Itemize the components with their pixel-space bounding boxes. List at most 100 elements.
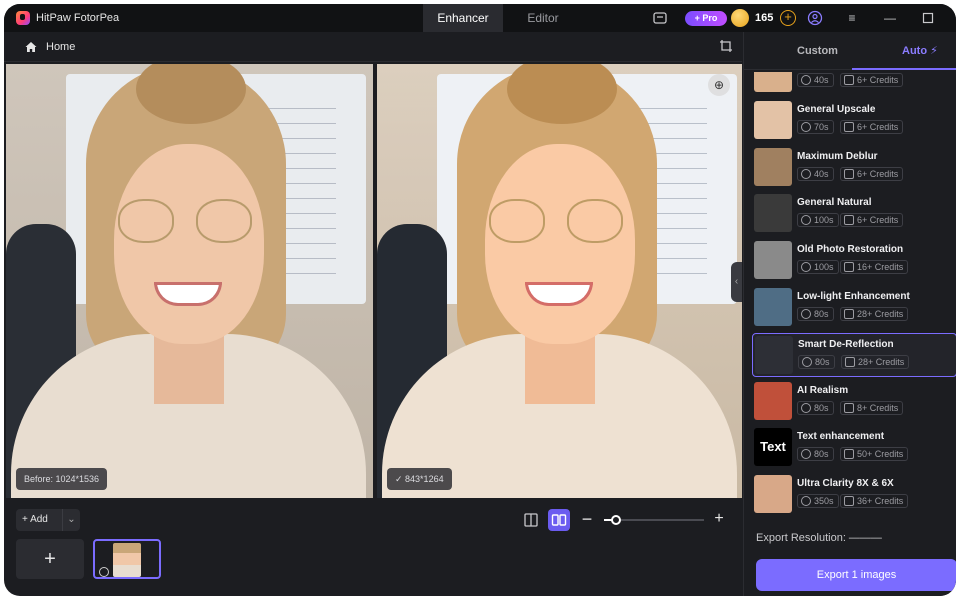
model-name: Low-light Enhancement: [797, 291, 910, 302]
active-tab-indicator: [852, 68, 956, 70]
model-credits-badge: 6+ Credits: [840, 119, 904, 134]
add-button-label: + Add: [22, 514, 48, 525]
model-item[interactable]: AI Realism 80s 8+ Credits: [752, 380, 956, 424]
model-time-badge: 100s: [797, 260, 839, 275]
model-item[interactable]: 40s 6+ Credits: [752, 72, 956, 96]
model-time: 40s: [814, 75, 829, 85]
app-window: HitPaw FotorPea Enhancer Editor + Pro 16…: [4, 4, 956, 596]
model-thumbnail: [754, 100, 792, 139]
portrait-photo-after: [377, 64, 742, 498]
model-item[interactable]: Ultra Clarity 8X & 6X 350s 36+ Credits: [752, 473, 956, 514]
minimize-icon[interactable]: —: [882, 10, 898, 26]
after-image[interactable]: [377, 64, 742, 498]
pro-badge[interactable]: + Pro: [685, 11, 727, 26]
model-name: Smart De-Reflection: [798, 338, 894, 350]
export-button[interactable]: Export 1 images: [756, 559, 956, 591]
zoom-out-button[interactable]: −: [580, 508, 594, 530]
model-credits: 6+ Credits: [857, 75, 899, 85]
model-time: 80s: [814, 309, 829, 319]
model-name: Ultra Clarity 8X & 6X: [797, 478, 894, 490]
credit-icon: [844, 75, 854, 85]
clock-icon: [801, 75, 811, 85]
home-icon[interactable]: [24, 40, 38, 54]
mode-tabs: Enhancer Editor: [423, 4, 583, 32]
zoom-in-icon[interactable]: ⊕: [708, 74, 730, 96]
model-item[interactable]: General Upscale 70s 6+ Credits: [752, 99, 956, 143]
model-item[interactable]: Old Photo Restoration 100s 16+ Credits: [752, 239, 956, 283]
zoom-in-button[interactable]: +: [712, 508, 726, 530]
split-view-icon[interactable]: [548, 509, 570, 531]
single-view-icon[interactable]: [520, 509, 542, 531]
clock-icon: [801, 215, 811, 226]
thumbnail-photo: [113, 543, 141, 577]
credit-icon: [844, 402, 854, 413]
model-credits-badge: 6+ Credits: [840, 73, 904, 87]
tab-editor[interactable]: Editor: [503, 4, 583, 32]
model-credits-badge: 36+ Credits: [840, 494, 909, 509]
credit-count: 165: [755, 12, 774, 24]
after-size-label: ✓ 843*1264: [387, 468, 452, 490]
model-credits-badge: 28+ Credits: [841, 354, 910, 369]
model-credits: 28+ Credits: [858, 356, 905, 367]
credit-icon: [844, 449, 854, 460]
credit-icon: [844, 168, 854, 179]
breadcrumb-home[interactable]: Home: [46, 41, 75, 53]
credit-icon: [845, 356, 855, 367]
menu-icon[interactable]: ≡: [844, 10, 860, 26]
zoom-slider-handle[interactable]: [611, 515, 621, 525]
model-time-badge: 70s: [797, 119, 834, 134]
crop-icon[interactable]: [719, 39, 733, 53]
model-item[interactable]: Text Text enhancement 80s 50+ Credits: [752, 426, 956, 470]
tab-custom[interactable]: Custom: [797, 32, 838, 70]
model-credits: 6+ Credits: [857, 121, 899, 132]
model-credits: 6+ Credits: [857, 215, 899, 226]
model-thumbnail: [754, 147, 792, 186]
model-credits: 50+ Credits: [857, 449, 904, 460]
before-size-label: Before: 1024*1536: [16, 468, 108, 490]
tab-enhancer[interactable]: Enhancer: [423, 4, 503, 32]
model-name: General Natural: [797, 197, 872, 209]
model-thumbnail: [754, 288, 792, 326]
model-item[interactable]: General Natural 100s 6+ Credits: [752, 192, 956, 236]
buy-credits-button[interactable]: +: [780, 10, 796, 26]
model-time: 80s: [815, 356, 830, 367]
model-credits-badge: 28+ Credits: [840, 307, 909, 321]
zoom-slider[interactable]: [604, 515, 704, 525]
message-icon[interactable]: [652, 10, 668, 26]
maximize-icon[interactable]: [920, 10, 936, 26]
collapse-panel-handle[interactable]: ‹: [731, 262, 742, 302]
clock-icon: [801, 121, 811, 132]
app-title: HitPaw FotorPea: [36, 12, 120, 24]
model-credits: 6+ Credits: [857, 168, 899, 179]
image-thumbnail[interactable]: [93, 539, 161, 579]
model-credits: 28+ Credits: [857, 309, 904, 319]
model-name: AI Realism: [797, 384, 849, 396]
clock-icon: [99, 567, 109, 577]
add-button[interactable]: + Add ⌄: [16, 509, 80, 531]
model-item[interactable]: Low-light Enhancement 80s 28+ Credits: [752, 286, 956, 330]
model-time: 100s: [814, 262, 834, 273]
model-list[interactable]: 40s 6+ Credits General Upscale 70s 6+ Credit…: [744, 72, 956, 514]
user-icon[interactable]: [807, 10, 823, 26]
credit-icon: [844, 496, 854, 507]
model-credits: 36+ Credits: [857, 496, 904, 507]
add-image-tile[interactable]: +: [16, 539, 84, 579]
tab-auto[interactable]: Auto ⚡: [902, 32, 938, 70]
model-thumbnail: [754, 194, 792, 233]
model-name: Old Photo Restoration: [797, 244, 904, 256]
credit-icon: [844, 309, 854, 319]
add-dropdown-chevron-icon[interactable]: ⌄: [62, 509, 80, 531]
model-time-badge: 80s: [797, 307, 834, 321]
model-item[interactable]: Smart De-Reflection 80s 28+ Credits: [752, 332, 956, 377]
clock-icon: [801, 402, 811, 413]
model-time-badge: 100s: [797, 213, 839, 228]
model-item[interactable]: Maximum Deblur 40s 6+ Credits: [752, 146, 956, 190]
before-image[interactable]: [6, 64, 373, 498]
model-thumbnail: [754, 72, 792, 92]
model-credits: 16+ Credits: [857, 262, 904, 273]
model-thumbnail: [754, 381, 792, 420]
model-thumbnail: [755, 335, 793, 374]
credit-icon: [844, 121, 854, 132]
breadcrumb: [4, 32, 742, 62]
clock-icon: [802, 356, 812, 367]
